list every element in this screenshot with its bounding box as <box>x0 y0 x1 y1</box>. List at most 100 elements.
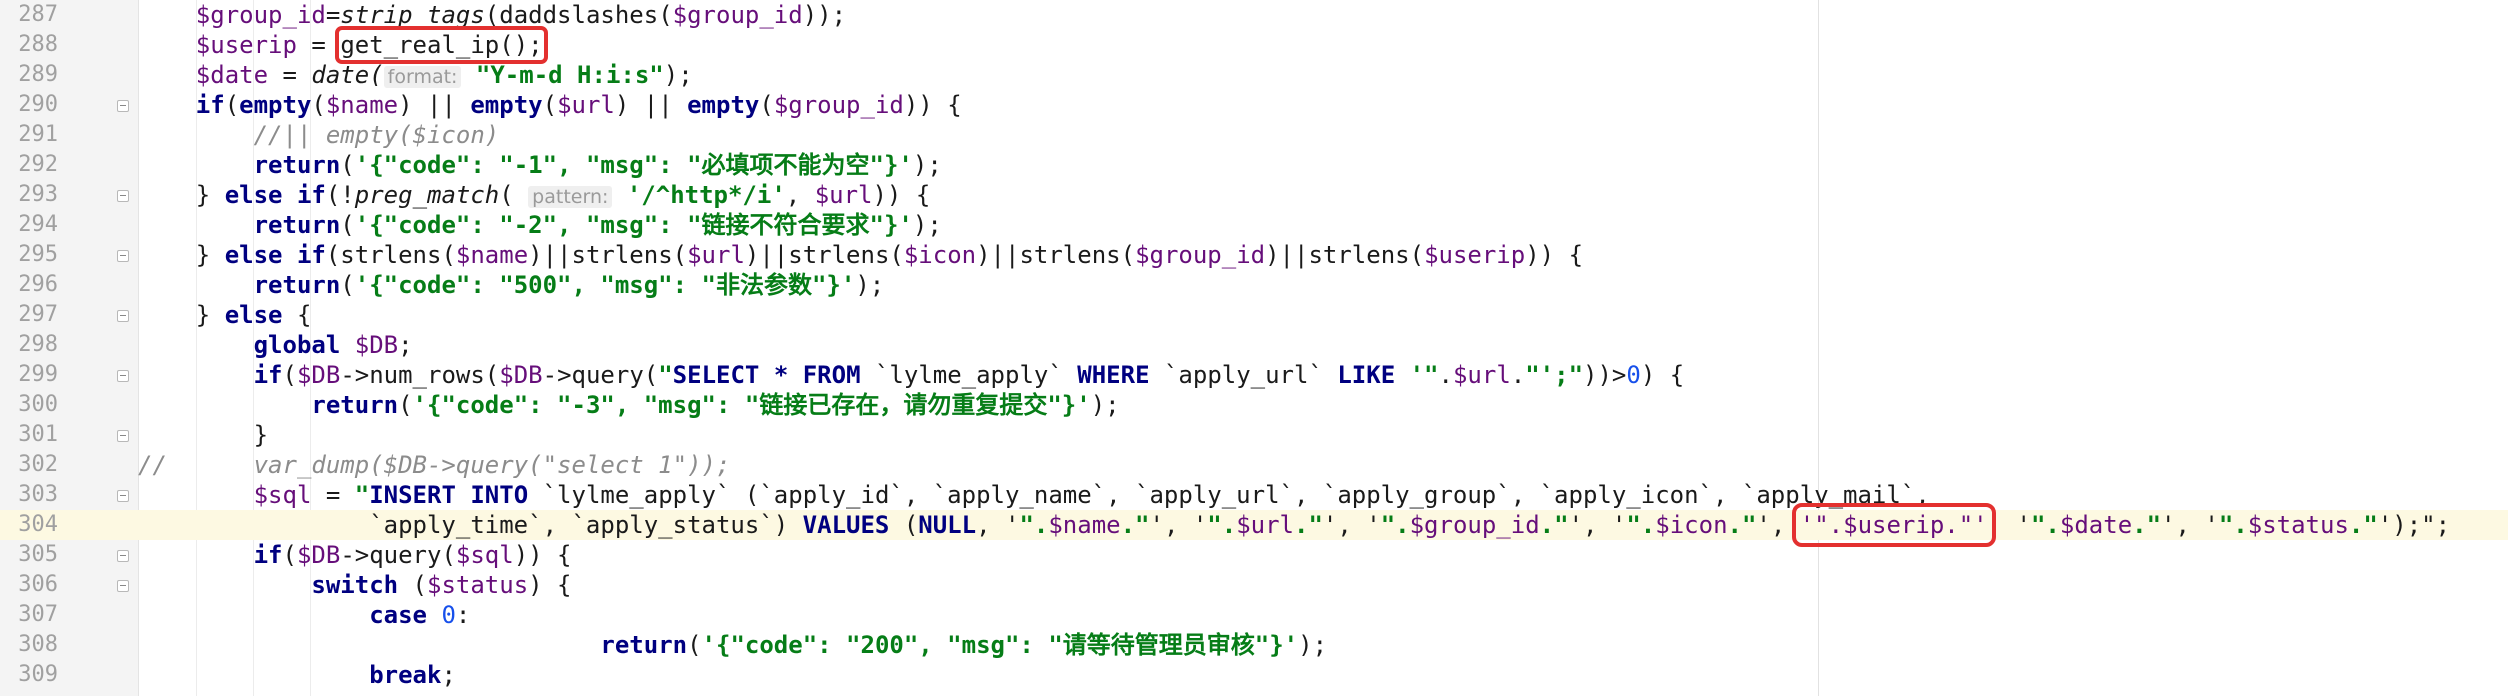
code-text: } else if(!preg_match( pattern: '/^http*… <box>196 180 930 212</box>
code-token: $url <box>1452 361 1511 389</box>
code-token: ( <box>282 541 297 569</box>
code-token: $sql <box>253 481 312 509</box>
code-token: $url <box>557 91 615 119</box>
code-token: ". <box>1207 511 1237 539</box>
code-text: //|| empty($icon) <box>254 120 500 150</box>
code-line[interactable]: 291 //|| empty($icon) <box>0 120 2508 150</box>
fold-marker-icon[interactable] <box>117 550 129 562</box>
line-number: 299 <box>18 362 58 387</box>
fold-marker-icon[interactable] <box>117 580 129 592</box>
code-token: NULL <box>918 511 977 539</box>
code-line[interactable]: 308 return('{"code": "200", "msg": "请等待管理… <box>0 630 2508 660</box>
fold-marker-icon[interactable] <box>117 490 129 502</box>
code-token: ); <box>1090 391 1120 419</box>
fold-marker-icon[interactable] <box>117 370 129 382</box>
code-token: $DB <box>354 331 399 359</box>
code-line[interactable]: 306 switch ($status) { <box>0 570 2508 600</box>
highlighted-code-token: '".$userip."' <box>1791 503 1996 547</box>
code-editor[interactable]: 287 $group_id=strip_tags(daddslashes($gro… <box>0 0 2508 696</box>
code-line[interactable]: 287 $group_id=strip_tags(daddslashes($gro… <box>0 0 2508 30</box>
code-token: )||strlens( <box>744 241 904 269</box>
code-token: return <box>600 631 688 659</box>
line-number: 308 <box>18 632 58 657</box>
code-token: ." <box>1120 511 1150 539</box>
code-token: empty <box>687 91 760 119</box>
code-token: ', ' <box>1149 511 1208 539</box>
fold-marker-icon[interactable] <box>117 100 129 112</box>
code-token: } <box>195 181 225 209</box>
code-token: ); <box>1298 631 1328 659</box>
code-token: $group_id <box>195 1 326 29</box>
code-token: ( <box>499 181 529 209</box>
code-token: = <box>325 1 341 29</box>
code-token: = <box>311 481 355 509</box>
code-line[interactable]: 301} <box>0 420 2508 450</box>
code-token: "';" <box>1525 361 1584 389</box>
code-line[interactable]: 298 global $DB; <box>0 330 2508 360</box>
fold-marker-icon[interactable] <box>117 430 129 442</box>
code-line[interactable]: 293} else if(!preg_match( pattern: '/^ht… <box>0 180 2508 210</box>
code-token: ". <box>1626 511 1656 539</box>
fold-marker-icon[interactable] <box>117 190 129 202</box>
code-line[interactable]: 288 $userip = get_real_ip(); <box>0 26 2508 64</box>
code-line[interactable]: 296 return('{"code": "500", "msg": "非法参数"… <box>0 270 2508 300</box>
code-line[interactable]: 303 $sql = "INSERT INTO `lylme_apply` (`a… <box>0 480 2508 510</box>
code-line[interactable]: 309 break; <box>0 660 2508 690</box>
code-text: switch ($status) { <box>311 570 571 600</box>
line-number: 302 <box>18 452 58 477</box>
code-line[interactable]: 304 `apply_time`, `apply_status`) VALUES … <box>0 503 2508 547</box>
line-number: 295 <box>18 242 58 267</box>
code-token: '{"code": "-3", "msg": "链接已存在，请勿重复提交"}' <box>412 391 1091 419</box>
code-token: // var_dump($DB->query("select 1")); <box>138 451 731 479</box>
code-line[interactable]: 307 case 0: <box>0 600 2508 630</box>
code-token: ');"; <box>2377 511 2451 539</box>
code-token: $name <box>325 91 399 119</box>
code-line[interactable]: 297} else { <box>0 300 2508 330</box>
line-number: 289 <box>18 62 58 87</box>
code-token: ', ' <box>2161 511 2219 539</box>
line-number: 292 <box>18 152 58 177</box>
code-token: ( <box>398 571 427 599</box>
fold-marker-icon[interactable] <box>117 310 129 322</box>
code-token: SELECT * FROM <box>672 361 861 389</box>
code-token: ( <box>542 91 558 119</box>
code-token: ( <box>311 91 326 119</box>
line-number: 296 <box>18 272 58 297</box>
code-token: '" <box>1395 361 1439 389</box>
code-token: , ' <box>976 511 1020 539</box>
code-token: ', ' <box>1322 511 1381 539</box>
code-token: ( <box>340 271 355 299</box>
code-line[interactable]: 292 return('{"code": "-1", "msg": "必填项不能为… <box>0 150 2508 180</box>
line-number: 305 <box>18 542 58 567</box>
code-token: $icon <box>903 241 977 269</box>
code-token: return <box>253 151 341 179</box>
code-line[interactable]: 295} else if(strlens($name)||strlens($ur… <box>0 240 2508 270</box>
code-token: )||strlens( <box>528 241 688 269</box>
code-token: . <box>1438 361 1453 389</box>
fold-marker-icon[interactable] <box>117 250 129 262</box>
code-token: preg_match <box>354 181 500 209</box>
code-line[interactable]: 289 $date = date(format: "Y-m-d H:i:s"); <box>0 60 2508 90</box>
code-token: ; <box>398 331 413 359</box>
code-token: empty <box>239 91 312 119</box>
code-line[interactable]: 302 // var_dump($DB->query("select 1")); <box>0 450 2508 480</box>
line-number: 298 <box>18 332 58 357</box>
code-text: return('{"code": "500", "msg": "非法参数"}')… <box>254 270 885 300</box>
code-token: $group_id <box>1135 241 1266 269</box>
code-token: INSERT INTO <box>369 481 529 509</box>
code-token: , <box>785 181 815 209</box>
code-line[interactable]: 300 return('{"code": "-3", "msg": "链接已存在，… <box>0 390 2508 420</box>
code-text: $sql = "INSERT INTO `lylme_apply` (`appl… <box>254 480 1930 510</box>
code-line[interactable]: 294 return('{"code": "-2", "msg": "链接不符合要… <box>0 210 2508 240</box>
code-token: $DB <box>296 361 341 389</box>
code-line[interactable]: 305 if($DB->query($sql)) { <box>0 540 2508 570</box>
code-line[interactable]: 299 if($DB->num_rows($DB->query("SELECT *… <box>0 360 2508 390</box>
code-line[interactable]: 290 if(empty($name) || empty($url) || emp… <box>0 90 2508 120</box>
code-token: )) { <box>903 91 962 119</box>
code-token: (daddslashes( <box>484 1 673 29</box>
code-token: `apply_time`, `apply_status`) <box>369 511 803 539</box>
code-token: $status <box>427 571 529 599</box>
code-token: `lylme_apply` <box>860 361 1078 389</box>
